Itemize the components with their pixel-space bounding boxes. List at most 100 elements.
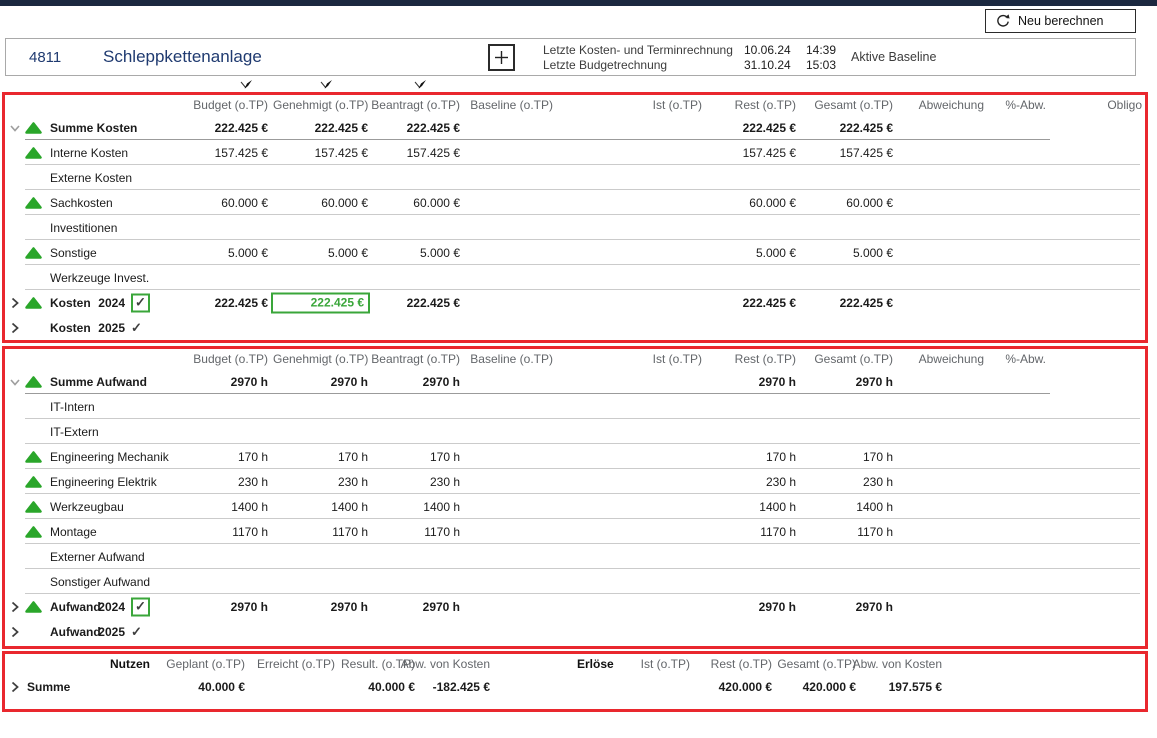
year-checkmark[interactable]: ✓ [131, 320, 153, 336]
table-row: Kosten2024✓222.425 €222.425 €222.425 €22… [5, 290, 1145, 315]
table-row: Engineering Mechanik170 h170 h170 h170 h… [5, 444, 1145, 469]
column-header-pabw: %-Abw. [976, 98, 1046, 112]
green-triangle-icon [25, 376, 49, 388]
cell-rest: 157.425 € [701, 146, 796, 160]
column-header-budget: Budget (o.TP) [173, 352, 268, 366]
column-header-abw2: Abw. von Kosten [850, 657, 942, 671]
cell-genehmigt: 1170 h [273, 525, 368, 539]
column-header-abweichung: Abweichung [889, 98, 984, 112]
column-header-rest: Rest (o.TP) [701, 98, 796, 112]
column-header-genehmigt: Genehmigt (o.TP) [273, 98, 368, 112]
cell-gesamt: 157.425 € [798, 146, 893, 160]
year-checkmark[interactable]: ✓ [131, 624, 153, 640]
last-cost-calc-date: 10.06.24 [744, 43, 791, 58]
column-header-erreicht: Erreicht (o.TP) [245, 657, 335, 671]
cell-gesamt: 420.000 € [771, 680, 856, 694]
cell-genehmigt[interactable]: 222.425 € [271, 292, 370, 313]
row-label: Sonstiger Aufwand [50, 575, 168, 589]
cell-rest: 230 h [701, 475, 796, 489]
cell-beantragt: 1170 h [365, 525, 460, 539]
cell-budget: 2970 h [173, 600, 268, 614]
chevron-right-icon[interactable] [9, 601, 24, 613]
recalculate-button[interactable]: Neu berechnen [985, 9, 1136, 33]
expand-plus-button[interactable] [488, 44, 515, 71]
green-triangle-icon [25, 297, 49, 309]
last-budget-calc-time: 15:03 [806, 58, 836, 73]
project-title: Schleppkettenanlage [103, 47, 262, 67]
calc-info-dates: 10.06.24 31.10.24 [744, 43, 791, 73]
active-baseline-label: Aktive Baseline [851, 50, 936, 64]
column-header-budget: Budget (o.TP) [173, 98, 268, 112]
cell-budget: 60.000 € [173, 196, 268, 210]
cell-gesamt: 1400 h [798, 500, 893, 514]
cell-beantragt: 222.425 € [365, 296, 460, 310]
chevron-right-icon[interactable] [9, 681, 24, 693]
green-triangle-icon [25, 501, 49, 513]
table-row: Kosten2025✓ [5, 315, 1145, 340]
column-header-row: NutzenGeplant (o.TP)Erreicht (o.TP)Resul… [5, 654, 1145, 674]
cell-budget: 1170 h [173, 525, 268, 539]
cell-rest: 222.425 € [701, 296, 796, 310]
cell-genehmigt: 222.425 € [273, 121, 368, 135]
benefit-table: NutzenGeplant (o.TP)Erreicht (o.TP)Resul… [2, 651, 1148, 712]
table-row: Investitionen [5, 215, 1145, 240]
cell-rest: 170 h [701, 450, 796, 464]
cell-rest: 1400 h [701, 500, 796, 514]
last-budget-calc-date: 31.10.24 [744, 58, 791, 73]
year-checkbox[interactable]: ✓ [131, 293, 153, 312]
cell-budget: 2970 h [173, 375, 268, 389]
row-label: Werkzeuge Invest. [50, 271, 168, 285]
green-triangle-icon [25, 526, 49, 538]
cell-beantragt: 222.425 € [365, 121, 460, 135]
column-edit-marker-icon [320, 79, 333, 91]
year-checkbox[interactable]: ✓ [131, 597, 153, 616]
cell-gesamt: 2970 h [798, 375, 893, 389]
row-label: Externer Aufwand [50, 550, 168, 564]
column-edit-marker-icon [414, 79, 427, 91]
cell-geplant: 40.000 € [155, 680, 245, 694]
cell-gesamt: 222.425 € [798, 121, 893, 135]
chevron-right-icon[interactable] [9, 322, 24, 334]
cell-rest: 2970 h [701, 600, 796, 614]
table-row: Externe Kosten [5, 165, 1145, 190]
cell-rest: 2970 h [701, 375, 796, 389]
cell-budget: 170 h [173, 450, 268, 464]
chevron-down-icon[interactable] [9, 122, 24, 134]
cell-genehmigt: 5.000 € [273, 246, 368, 260]
column-header-gesamt: Gesamt (o.TP) [798, 352, 893, 366]
chevron-right-icon[interactable] [9, 626, 24, 638]
cell-beantragt: 170 h [365, 450, 460, 464]
row-label: Montage [50, 525, 168, 539]
green-triangle-icon [25, 451, 49, 463]
column-header-geplant: Geplant (o.TP) [155, 657, 245, 671]
cell-gesamt: 170 h [798, 450, 893, 464]
cell-budget: 222.425 € [173, 121, 268, 135]
table-row: Aufwand2024✓2970 h2970 h2970 h2970 h2970… [5, 594, 1145, 619]
column-header-pabw: %-Abw. [976, 352, 1046, 366]
row-label: Investitionen [50, 221, 168, 235]
column-header-rest: Rest (o.TP) [687, 657, 772, 671]
row-label: Sachkosten [50, 196, 168, 210]
column-header-beantragt: Beantragt (o.TP) [365, 352, 460, 366]
last-cost-calc-time: 14:39 [806, 43, 836, 58]
row-label: Engineering Elektrik [50, 475, 168, 489]
calc-info-labels: Letzte Kosten- und Terminrechnung Letzte… [543, 43, 733, 73]
column-header-genehmigt: Genehmigt (o.TP) [273, 352, 368, 366]
row-year-label: 2025 [90, 625, 125, 639]
cell-beantragt: 1400 h [365, 500, 460, 514]
chevron-right-icon[interactable] [9, 297, 24, 309]
cell-budget: 222.425 € [173, 296, 268, 310]
row-label: Externe Kosten [50, 171, 168, 185]
checkbox-check-icon[interactable]: ✓ [131, 597, 150, 616]
row-year-label: 2025 [90, 321, 125, 335]
calc-info-times: 14:39 15:03 [806, 43, 836, 73]
chevron-down-icon[interactable] [9, 376, 24, 388]
table-row: Werkzeuge Invest. [5, 265, 1145, 290]
cell-rest: 1170 h [701, 525, 796, 539]
row-label: Summe [27, 680, 117, 694]
row-label: Engineering Mechanik [50, 450, 168, 464]
project-header: 4811 Schleppkettenanlage Letzte Kosten- … [5, 38, 1136, 76]
row-label: Interne Kosten [50, 146, 168, 160]
column-header-gesamt: Gesamt (o.TP) [771, 657, 856, 671]
checkbox-check-icon[interactable]: ✓ [131, 293, 150, 312]
